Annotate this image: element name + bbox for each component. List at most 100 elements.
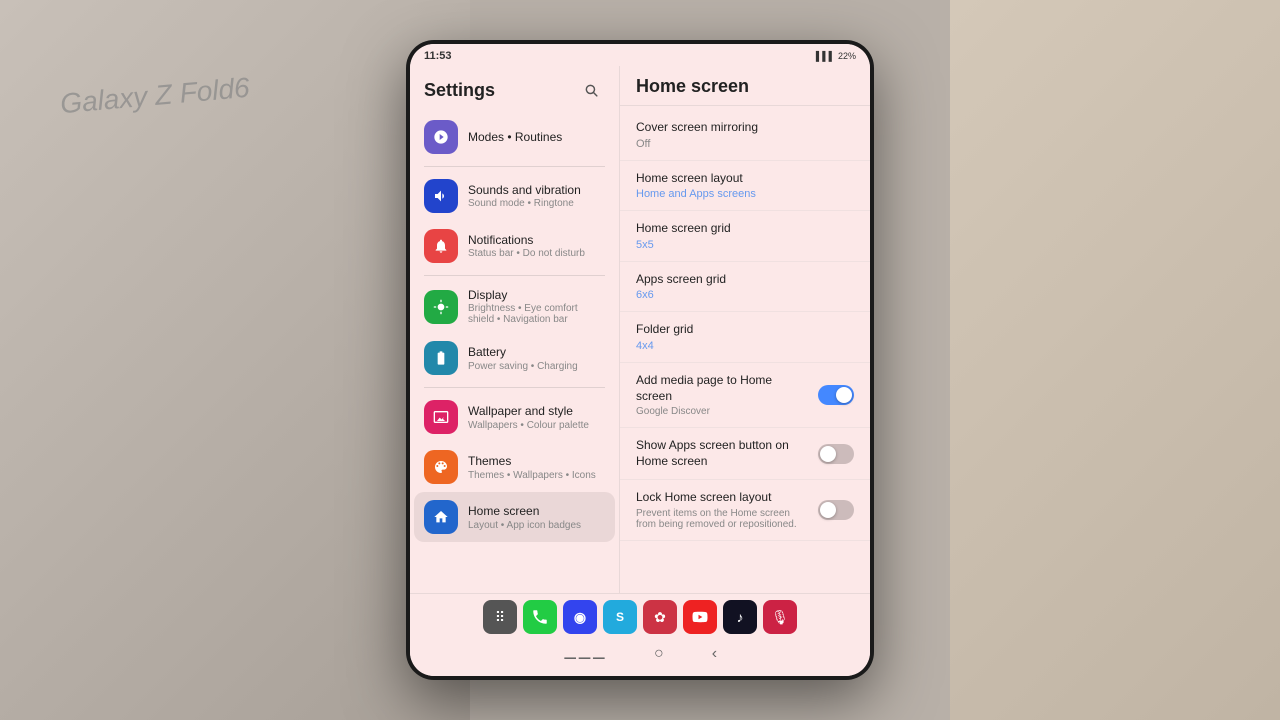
- modes-name: Modes • Routines: [468, 130, 605, 144]
- sidebar-item-wallpaper[interactable]: Wallpaper and style Wallpapers • Colour …: [414, 392, 615, 442]
- lock-layout-name: Lock Home screen layout: [636, 490, 810, 506]
- folder-grid-value: 4x4: [636, 340, 854, 352]
- display-text: Display Brightness • Eye comfort shield …: [468, 288, 605, 325]
- modes-icon: [424, 120, 458, 154]
- dock-apps-grid[interactable]: ⠿: [483, 600, 517, 634]
- nav-buttons: ⚊⚊⚊ ○ ‹: [418, 640, 862, 668]
- home-panel: Home screen Cover screen mirroring Off H…: [620, 66, 870, 593]
- dock-samsung-health[interactable]: S: [603, 600, 637, 634]
- apps-grid-value: 6x6: [636, 289, 854, 301]
- notifications-text: Notifications Status bar • Do not distur…: [468, 233, 605, 259]
- themes-sub: Themes • Wallpapers • Icons: [468, 470, 605, 481]
- search-button[interactable]: [577, 76, 605, 104]
- sounds-name: Sounds and vibration: [468, 183, 605, 197]
- sounds-sub: Sound mode • Ringtone: [468, 198, 605, 209]
- battery-name: Battery: [468, 345, 605, 359]
- app-dock: ⠿ ◉ S ✿ ♪ 🎙: [418, 600, 862, 634]
- dock-youtube[interactable]: [683, 600, 717, 634]
- media-page-text: Add media page to Home screen Google Dis…: [636, 373, 810, 417]
- settings-panel: Settings Mod: [410, 66, 620, 593]
- homescreen-name: Home screen: [468, 504, 605, 518]
- home-button[interactable]: ○: [650, 641, 668, 667]
- home-item-folder-grid[interactable]: Folder grid 4x4: [620, 312, 870, 363]
- wallpaper-text: Wallpaper and style Wallpapers • Colour …: [468, 404, 605, 430]
- phone-screen: 11:53 ▌▌▌ 22% Settings: [410, 44, 870, 676]
- show-apps-btn-toggle-knob: [820, 446, 836, 462]
- status-time: 11:53: [424, 50, 452, 62]
- lock-layout-toggle[interactable]: [818, 500, 854, 520]
- display-sub: Brightness • Eye comfort shield • Naviga…: [468, 303, 605, 325]
- back-button[interactable]: ‹: [708, 641, 721, 667]
- sidebar-item-themes[interactable]: Themes Themes • Wallpapers • Icons: [414, 442, 615, 492]
- wallpaper-icon: [424, 400, 458, 434]
- divider-3: [424, 387, 605, 388]
- show-apps-btn-text: Show Apps screen button on Home screen: [636, 438, 810, 469]
- settings-list: Modes • Routines Sounds and vibration So…: [410, 112, 619, 593]
- divider-2: [424, 275, 605, 276]
- home-settings-list: Cover screen mirroring Off Home screen l…: [620, 106, 870, 593]
- lock-layout-toggle-knob: [820, 502, 836, 518]
- battery-sub: Power saving • Charging: [468, 361, 605, 372]
- lock-layout-text: Lock Home screen layout Prevent items on…: [636, 490, 810, 530]
- home-item-lock-layout[interactable]: Lock Home screen layout Prevent items on…: [620, 480, 870, 541]
- dock-tiktok[interactable]: ♪: [723, 600, 757, 634]
- phone-frame: 11:53 ▌▌▌ 22% Settings: [406, 40, 874, 680]
- themes-text: Themes Themes • Wallpapers • Icons: [468, 454, 605, 480]
- sidebar-item-modes[interactable]: Modes • Routines: [414, 112, 615, 162]
- show-apps-btn-toggle[interactable]: [818, 444, 854, 464]
- home-item-show-apps-btn[interactable]: Show Apps screen button on Home screen: [620, 428, 870, 480]
- media-page-toggle[interactable]: [818, 385, 854, 405]
- battery-label: 22%: [838, 51, 856, 61]
- homescreen-text: Home screen Layout • App icon badges: [468, 504, 605, 530]
- apps-grid-name: Apps screen grid: [636, 272, 854, 288]
- recents-button[interactable]: ⚊⚊⚊: [559, 640, 610, 668]
- home-item-cover-screen[interactable]: Cover screen mirroring Off: [620, 110, 870, 161]
- display-icon: [424, 290, 458, 324]
- settings-header: Settings: [410, 66, 619, 112]
- battery-text: Battery Power saving • Charging: [468, 345, 605, 371]
- display-name: Display: [468, 288, 605, 302]
- layout-value: Home and Apps screens: [636, 188, 854, 200]
- home-item-media-page[interactable]: Add media page to Home screen Google Dis…: [620, 363, 870, 428]
- home-item-layout[interactable]: Home screen layout Home and Apps screens: [620, 161, 870, 212]
- settings-title: Settings: [424, 80, 495, 101]
- modes-text: Modes • Routines: [468, 130, 605, 144]
- dock-bixby[interactable]: ◉: [563, 600, 597, 634]
- show-apps-btn-name: Show Apps screen button on Home screen: [636, 438, 810, 469]
- home-grid-name: Home screen grid: [636, 221, 854, 237]
- notifications-name: Notifications: [468, 233, 605, 247]
- sidebar-item-notifications[interactable]: Notifications Status bar • Do not distur…: [414, 221, 615, 271]
- signal-icon: ▌▌▌: [816, 51, 835, 61]
- wallpaper-name: Wallpaper and style: [468, 404, 605, 418]
- dock-phone[interactable]: [523, 600, 557, 634]
- sidebar-item-battery[interactable]: Battery Power saving • Charging: [414, 333, 615, 383]
- cover-screen-name: Cover screen mirroring: [636, 120, 854, 136]
- background-right: [950, 0, 1280, 720]
- media-page-sub: Google Discover: [636, 406, 810, 417]
- homescreen-sub: Layout • App icon badges: [468, 520, 605, 531]
- homescreen-icon: [424, 500, 458, 534]
- notifications-sub: Status bar • Do not disturb: [468, 248, 605, 259]
- sounds-icon: [424, 179, 458, 213]
- dock-klover[interactable]: ✿: [643, 600, 677, 634]
- dock-podcast[interactable]: 🎙: [763, 600, 797, 634]
- status-icons: ▌▌▌ 22%: [816, 51, 856, 61]
- main-content: Settings Mod: [410, 66, 870, 593]
- sidebar-item-display[interactable]: Display Brightness • Eye comfort shield …: [414, 280, 615, 333]
- cover-screen-value: Off: [636, 138, 854, 150]
- media-page-name: Add media page to Home screen: [636, 373, 810, 404]
- bottom-nav: ⠿ ◉ S ✿ ♪ 🎙 ⚊⚊⚊ ○ ‹: [410, 593, 870, 676]
- home-panel-header: Home screen: [620, 66, 870, 106]
- home-item-home-grid[interactable]: Home screen grid 5x5: [620, 211, 870, 262]
- lock-layout-sub: Prevent items on the Home screen from be…: [636, 508, 810, 530]
- folder-grid-name: Folder grid: [636, 322, 854, 338]
- battery-icon: [424, 341, 458, 375]
- home-grid-value: 5x5: [636, 239, 854, 251]
- notifications-icon: [424, 229, 458, 263]
- sidebar-item-sounds[interactable]: Sounds and vibration Sound mode • Ringto…: [414, 171, 615, 221]
- media-page-toggle-knob: [836, 387, 852, 403]
- sidebar-item-homescreen[interactable]: Home screen Layout • App icon badges: [414, 492, 615, 542]
- home-item-apps-grid[interactable]: Apps screen grid 6x6: [620, 262, 870, 313]
- sounds-text: Sounds and vibration Sound mode • Ringto…: [468, 183, 605, 209]
- home-panel-title: Home screen: [636, 76, 854, 97]
